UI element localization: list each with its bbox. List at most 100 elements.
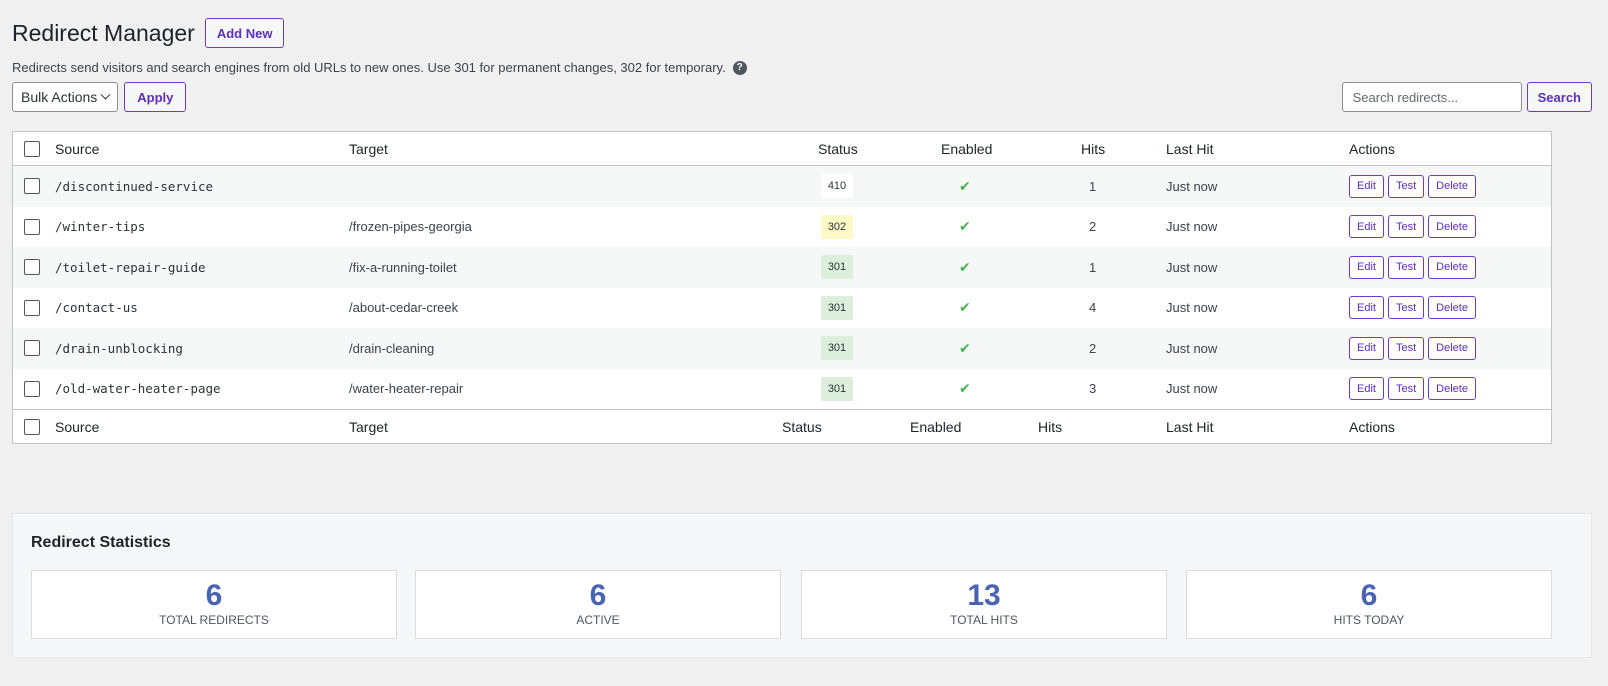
hits-count: 3 <box>1089 381 1097 397</box>
column-header-hits[interactable]: Hits <box>1081 141 1105 157</box>
last-hit: Just now <box>1166 340 1218 356</box>
description-text: Redirects send visitors and search engin… <box>12 60 726 75</box>
edit-button[interactable]: Edit <box>1349 336 1384 360</box>
last-hit: Just now <box>1166 259 1218 275</box>
status-cell: 301 <box>821 255 853 280</box>
delete-button[interactable]: Delete <box>1428 174 1476 198</box>
bulk-actions-label: Bulk Actions <box>21 89 98 105</box>
row-actions: Edit Test Delete <box>1349 377 1476 401</box>
search-input[interactable] <box>1341 82 1522 112</box>
delete-button[interactable]: Delete <box>1428 255 1476 279</box>
column-header-status[interactable]: Status <box>818 141 858 157</box>
stat-label: TOTAL HITS <box>950 613 1018 627</box>
hits-count: 2 <box>1089 340 1097 356</box>
footer-header-hits[interactable]: Hits <box>1038 419 1062 435</box>
bulk-actions-row: Bulk Actions Apply <box>12 82 187 112</box>
add-new-button[interactable]: Add New <box>204 18 285 48</box>
search-button[interactable]: Search <box>1526 82 1592 112</box>
edit-button[interactable]: Edit <box>1349 255 1384 279</box>
edit-button[interactable]: Edit <box>1349 377 1384 401</box>
stats-title: Redirect Statistics <box>31 534 171 551</box>
edit-button[interactable]: Edit <box>1349 174 1384 198</box>
page-description: Redirects send visitors and search engin… <box>12 60 747 75</box>
test-button[interactable]: Test <box>1387 336 1425 360</box>
target-path: /about-cedar-creek <box>349 300 459 316</box>
stat-label: TOTAL REDIRECTS <box>159 613 269 627</box>
stat-value: 6 <box>589 579 607 612</box>
delete-button[interactable]: Delete <box>1428 296 1476 320</box>
stat-card: 6 TOTAL REDIRECTS <box>31 570 397 639</box>
row-checkbox[interactable] <box>24 299 40 316</box>
select-all-checkbox-footer[interactable] <box>24 419 40 435</box>
table-body: /discontinued-service 410 ✔ 1 Just now Edit Te… <box>13 166 1551 409</box>
column-header-target[interactable]: Target <box>349 141 388 157</box>
source-path: /contact-us <box>55 300 138 316</box>
footer-header-target[interactable]: Target <box>349 419 388 435</box>
test-button[interactable]: Test <box>1387 377 1425 401</box>
row-actions: Edit Test Delete <box>1349 296 1476 320</box>
column-header-actions: Actions <box>1349 141 1395 157</box>
last-hit: Just now <box>1166 300 1218 316</box>
source-path: /toilet-repair-guide <box>55 259 206 275</box>
status-badge: 301 <box>821 376 853 401</box>
status-cell: 301 <box>821 376 853 401</box>
table-row: /contact-us/about-cedar-creek 301 ✔ 4 Just n… <box>13 288 1551 329</box>
row-actions: Edit Test Delete <box>1349 174 1476 198</box>
table-row: /old-water-heater-page/water-heater-repa… <box>13 369 1551 410</box>
last-hit: Just now <box>1166 178 1218 194</box>
row-actions: Edit Test Delete <box>1349 255 1476 279</box>
status-badge: 301 <box>821 336 853 361</box>
enabled-check-icon: ✔ <box>959 258 971 275</box>
hits-count: 1 <box>1089 178 1097 194</box>
column-header-enabled[interactable]: Enabled <box>941 141 992 157</box>
footer-header-actions: Actions <box>1349 419 1395 435</box>
edit-button[interactable]: Edit <box>1349 296 1384 320</box>
test-button[interactable]: Test <box>1387 215 1425 239</box>
column-header-last-hit[interactable]: Last Hit <box>1166 141 1213 157</box>
test-button[interactable]: Test <box>1387 174 1425 198</box>
delete-button[interactable]: Delete <box>1428 336 1476 360</box>
column-header-source[interactable]: Source <box>55 141 99 157</box>
row-actions: Edit Test Delete <box>1349 336 1476 360</box>
stat-value: 6 <box>205 579 223 612</box>
edit-button[interactable]: Edit <box>1349 215 1384 239</box>
page-title: Redirect Manager <box>12 20 195 46</box>
table-header: Source Target Status Enabled Hits Last H… <box>13 132 1551 166</box>
delete-button[interactable]: Delete <box>1428 215 1476 239</box>
source-path: /winter-tips <box>55 219 146 235</box>
title-row: Redirect Manager Add New <box>12 18 285 48</box>
footer-header-source[interactable]: Source <box>55 419 99 435</box>
row-checkbox[interactable] <box>24 178 40 194</box>
table-row: /winter-tips/frozen-pipes-georgia 302 ✔ 2 Ju… <box>13 207 1551 248</box>
select-all-checkbox[interactable] <box>24 141 40 157</box>
status-cell: 301 <box>821 336 853 361</box>
status-badge: 410 <box>821 174 853 199</box>
footer-header-enabled[interactable]: Enabled <box>910 419 961 435</box>
last-hit: Just now <box>1166 219 1218 235</box>
row-checkbox[interactable] <box>24 259 40 275</box>
redirect-statistics-panel: Redirect Statistics 6 TOTAL REDIRECTS 6 ACT… <box>12 513 1592 658</box>
bulk-actions-select[interactable]: Bulk Actions <box>12 82 119 112</box>
test-button[interactable]: Test <box>1387 296 1425 320</box>
enabled-check-icon: ✔ <box>959 339 971 356</box>
target-path: /water-heater-repair <box>349 381 464 397</box>
footer-header-last-hit[interactable]: Last Hit <box>1166 419 1213 435</box>
source-path: /discontinued-service <box>55 178 214 194</box>
source-path: /old-water-heater-page <box>55 381 221 397</box>
table-footer: Source Target Status Enabled Hits Last H… <box>13 409 1551 443</box>
status-badge: 301 <box>821 255 853 280</box>
delete-button[interactable]: Delete <box>1428 377 1476 401</box>
stat-card: 6 HITS TODAY <box>1186 570 1552 639</box>
row-checkbox[interactable] <box>24 340 40 356</box>
chevron-down-icon <box>100 89 111 100</box>
help-icon[interactable]: ? <box>732 60 747 75</box>
row-checkbox[interactable] <box>24 218 40 235</box>
stat-label: HITS TODAY <box>1333 613 1405 627</box>
hits-count: 1 <box>1089 259 1097 275</box>
footer-header-status[interactable]: Status <box>782 419 822 435</box>
row-checkbox[interactable] <box>24 380 40 397</box>
test-button[interactable]: Test <box>1387 255 1425 279</box>
apply-button[interactable]: Apply <box>124 82 187 112</box>
status-badge: 301 <box>821 295 853 320</box>
redirects-table: Source Target Status Enabled Hits Last H… <box>12 131 1552 444</box>
